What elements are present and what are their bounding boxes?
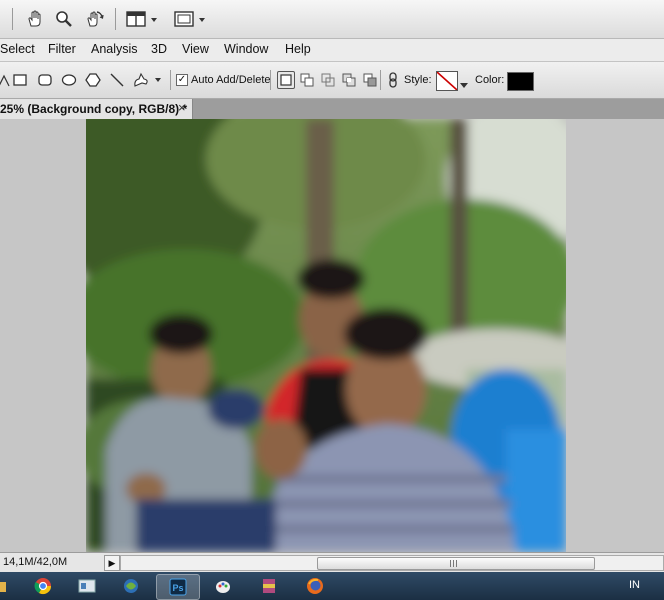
rotate-view-icon[interactable] [83, 9, 105, 29]
status-bar: 14,1M/42,0M ▶ [0, 552, 664, 573]
taskbar-chrome-icon[interactable] [22, 574, 64, 598]
auto-add-delete-label: Auto Add/Delete [191, 74, 271, 86]
application-bar [0, 0, 664, 39]
svg-text:Ps: Ps [173, 583, 184, 593]
toolbar-divider [115, 8, 116, 30]
canvas-area[interactable] [0, 119, 664, 552]
style-swatch[interactable] [436, 71, 458, 91]
options-divider [170, 70, 171, 90]
chevron-down-icon[interactable] [460, 77, 468, 91]
menu-filter[interactable]: Filter [48, 42, 76, 56]
line-tool-icon[interactable] [109, 72, 125, 88]
path-subtract-icon[interactable] [298, 71, 316, 89]
menu-select[interactable]: Select [0, 42, 35, 56]
horizontal-scrollbar[interactable] [120, 555, 664, 571]
taskbar-firefox-icon[interactable] [294, 574, 336, 598]
color-swatch[interactable] [507, 72, 534, 91]
style-label: Style: [404, 74, 432, 86]
screen-mode-icon[interactable] [173, 10, 209, 28]
ellipse-tool-icon[interactable] [61, 72, 77, 88]
rectangle-tool-icon[interactable] [12, 72, 28, 88]
hand-icon[interactable] [25, 9, 45, 29]
menu-bar: Select Filter Analysis 3D View Window He… [0, 39, 664, 62]
taskbar-network-icon[interactable] [110, 574, 152, 598]
menu-3d[interactable]: 3D [151, 42, 167, 56]
document-size-readout: 14,1M/42,0M [3, 556, 68, 568]
language-indicator[interactable]: IN [629, 579, 640, 591]
color-label: Color: [475, 74, 505, 86]
link-layer-style-icon[interactable] [385, 72, 401, 88]
scrollbar-thumb[interactable] [317, 557, 595, 570]
arrange-documents-icon[interactable] [126, 10, 160, 28]
grip-icon [450, 560, 458, 567]
taskbar-photoshop-icon[interactable]: Ps [156, 574, 200, 600]
path-combine-icon[interactable] [277, 71, 295, 89]
path-overlap-icon[interactable] [361, 71, 379, 89]
options-divider [270, 70, 271, 90]
menu-analysis[interactable]: Analysis [91, 42, 138, 56]
document-tab-title: 25% (Background copy, RGB/8) * [0, 102, 188, 116]
path-exclude-icon[interactable] [340, 71, 358, 89]
options-bar: ✓ Auto Add/Delete Style: Color: [0, 62, 664, 99]
zoom-icon[interactable] [54, 9, 74, 29]
menu-view[interactable]: View [182, 42, 209, 56]
document-tab-bar: 25% (Background copy, RGB/8) * × [0, 99, 664, 119]
canvas-photo[interactable] [86, 119, 566, 552]
auto-add-delete-checkbox[interactable]: ✓ [176, 74, 188, 86]
options-divider [380, 70, 381, 90]
menu-window[interactable]: Window [224, 42, 268, 56]
close-icon[interactable]: × [178, 100, 186, 115]
status-menu-arrow-icon[interactable]: ▶ [104, 555, 120, 571]
taskbar-explorer-icon[interactable] [0, 574, 20, 598]
menu-help[interactable]: Help [285, 42, 311, 56]
rounded-rectangle-tool-icon[interactable] [37, 72, 53, 88]
taskbar: Ps IN [0, 572, 664, 600]
document-tab[interactable]: 25% (Background copy, RGB/8) * × [0, 99, 193, 119]
path-intersect-icon[interactable] [319, 71, 337, 89]
taskbar-paint-icon[interactable] [202, 574, 244, 598]
polygon-tool-icon[interactable] [85, 72, 101, 88]
custom-shape-tool-icon[interactable] [132, 72, 162, 88]
toolbar-divider [12, 8, 13, 30]
taskbar-winrar-icon[interactable] [248, 574, 290, 598]
freeform-pen-icon[interactable] [0, 72, 12, 88]
taskbar-file-manager-icon[interactable] [66, 574, 108, 598]
